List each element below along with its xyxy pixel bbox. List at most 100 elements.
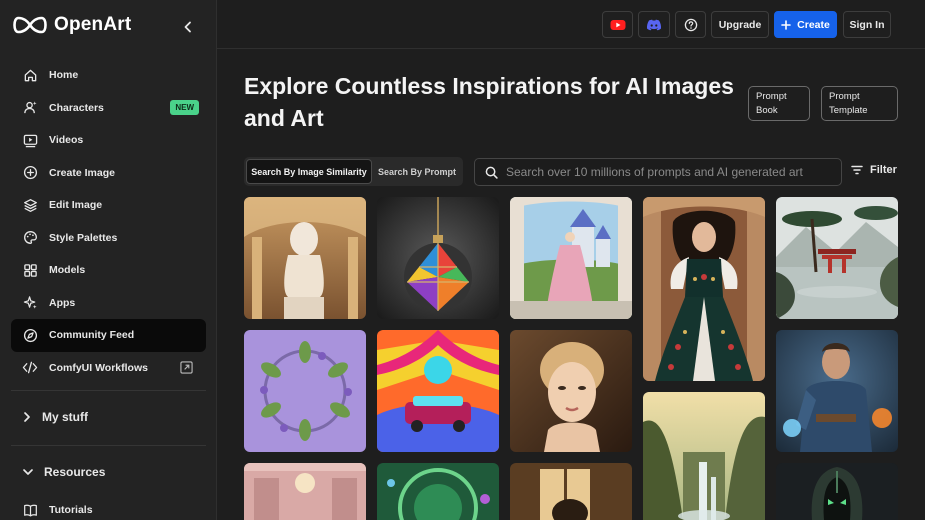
sidebar-item-label: Style Palettes [49, 231, 118, 244]
code-icon [22, 360, 38, 376]
sidebar-item-community-feed[interactable]: Community Feed [11, 319, 206, 352]
filter-button[interactable]: Filter [851, 164, 897, 176]
victorian-gown-image [643, 197, 765, 381]
top-bar: Upgrade Create Sign In [217, 0, 925, 49]
help-icon [684, 18, 697, 31]
palette-icon [22, 230, 38, 246]
sidebar-item-home[interactable]: Home [11, 59, 206, 92]
sidebar-divider [11, 445, 206, 446]
sidebar-item-label: Models [49, 264, 86, 277]
pink-room-image [244, 463, 366, 520]
logo[interactable]: OpenArt [13, 14, 131, 36]
layers-icon [22, 197, 38, 213]
characters-icon [22, 100, 38, 116]
sidebar-item-comfyui-workflows[interactable]: ComfyUI Workflows [11, 352, 206, 385]
openart-logo-icon [13, 16, 47, 34]
gallery-image[interactable] [377, 197, 499, 319]
chevron-down-icon [23, 469, 33, 475]
sidebar-item-label: Create Image [49, 166, 115, 179]
brand-name: OpenArt [54, 14, 132, 35]
grid-icon [22, 262, 38, 278]
sidebar-item-videos[interactable]: Videos [11, 124, 206, 157]
sidebar-item-characters[interactable]: Characters NEW [11, 92, 206, 125]
book-icon [22, 502, 38, 518]
gallery-image[interactable] [643, 392, 765, 520]
resources-section[interactable]: Resources [22, 465, 105, 479]
gallery-image[interactable] [510, 463, 632, 520]
page-title: Explore Countless Inspirations for AI Im… [244, 73, 734, 131]
sidebar-item-style-palettes[interactable]: Style Palettes [11, 222, 206, 255]
gallery-image[interactable] [510, 330, 632, 452]
gallery-image[interactable] [377, 463, 499, 520]
sidebar-nav: Home Characters NEW Videos Create Image … [11, 59, 206, 384]
fantasy-warrior-image [776, 330, 898, 452]
sidebar-item-label: Videos [49, 134, 84, 147]
green-portal-image [377, 463, 499, 520]
compass-icon [22, 327, 38, 343]
gallery-image[interactable] [776, 463, 898, 520]
sidebar-item-models[interactable]: Models [11, 254, 206, 287]
sparkle-icon [22, 295, 38, 311]
tab-search-by-image-similarity[interactable]: Search By Image Similarity [246, 159, 372, 184]
collapse-sidebar-button[interactable] [178, 17, 198, 37]
resources-label: Resources [44, 465, 106, 479]
create-button[interactable]: Create [774, 11, 837, 38]
sidebar-item-label: Characters [49, 101, 104, 114]
japanese-shrine-image [776, 197, 898, 319]
gallery-image[interactable] [377, 330, 499, 452]
video-icon [22, 132, 38, 148]
window-scene-image [510, 463, 632, 520]
gallery-image[interactable] [244, 330, 366, 452]
gallery-image[interactable] [643, 197, 765, 381]
search-mode-toggle: Search By Image Similarity Search By Pro… [244, 157, 463, 186]
sign-in-button[interactable]: Sign In [843, 11, 891, 38]
help-button[interactable] [675, 11, 706, 38]
sidebar-item-label: Edit Image [49, 199, 103, 212]
sidebar-divider [11, 390, 206, 391]
princess-castle-image [510, 197, 632, 319]
prompt-book-button[interactable]: Prompt Book [748, 86, 810, 121]
youtube-button[interactable] [602, 11, 633, 38]
my-stuff-label: My stuff [42, 410, 88, 424]
waterfall-valley-image [643, 392, 765, 520]
gallery-image[interactable] [776, 330, 898, 452]
filter-icon [851, 165, 863, 175]
chevron-left-icon [184, 21, 191, 33]
chevron-right-icon [24, 412, 30, 422]
glass-ornament-image [377, 197, 499, 319]
gallery-image[interactable] [510, 197, 632, 319]
gallery-image[interactable] [244, 197, 366, 319]
sidebar-item-label: Apps [49, 296, 76, 309]
sidebar-item-label: Community Feed [49, 329, 135, 342]
green-hooded-figure-image [776, 463, 898, 520]
my-stuff-section[interactable]: My stuff [22, 410, 88, 424]
filter-label: Filter [870, 164, 897, 176]
prompt-template-button[interactable]: Prompt Template [821, 86, 898, 121]
sidebar-item-apps[interactable]: Apps [11, 287, 206, 320]
search-bar [474, 158, 842, 186]
psychedelic-car-image [377, 330, 499, 452]
sidebar-item-create-image[interactable]: Create Image [11, 157, 206, 190]
search-icon [485, 166, 498, 179]
youtube-icon [610, 19, 625, 30]
gallery-image[interactable] [776, 197, 898, 319]
tab-search-by-prompt[interactable]: Search By Prompt [374, 159, 460, 184]
discord-icon [646, 19, 662, 30]
sidebar-item-label: ComfyUI Workflows [49, 361, 148, 374]
search-input[interactable] [506, 165, 836, 179]
discord-button[interactable] [638, 11, 670, 38]
sidebar-item-tutorials[interactable]: Tutorials [11, 494, 206, 520]
sidebar: OpenArt Home Characters NEW Videos Creat… [0, 0, 217, 520]
create-label: Create [797, 18, 830, 31]
external-link-icon [180, 360, 193, 379]
blonde-portrait-image [510, 330, 632, 452]
sidebar-item-edit-image[interactable]: Edit Image [11, 189, 206, 222]
home-icon [22, 67, 38, 83]
plus-icon [781, 19, 791, 30]
gallery-image[interactable] [244, 463, 366, 520]
upgrade-button[interactable]: Upgrade [711, 11, 769, 38]
sidebar-item-label: Tutorials [49, 504, 93, 517]
leaf-wreath-image [244, 330, 366, 452]
plus-circle-icon [22, 165, 38, 181]
new-badge: NEW [170, 99, 199, 115]
